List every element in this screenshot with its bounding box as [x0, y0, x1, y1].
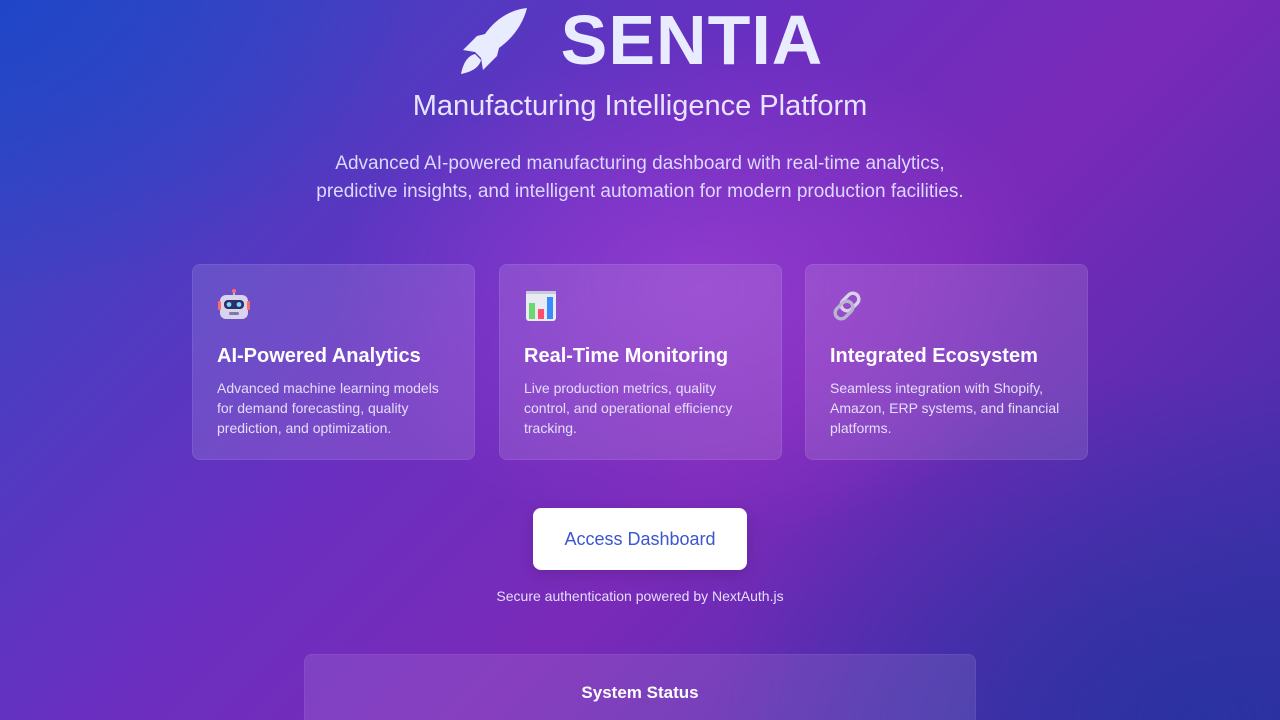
feature-card-ai-analytics: AI-Powered Analytics Advanced machine le…: [192, 264, 475, 460]
auth-note: Secure authentication powered by NextAut…: [496, 588, 784, 604]
page-subtitle: Manufacturing Intelligence Platform: [412, 90, 868, 122]
feature-text: Live production metrics, quality control…: [524, 380, 733, 436]
link-icon: [833, 291, 861, 321]
rocket-icon: [460, 8, 527, 74]
feature-card-monitoring: Real-Time Monitoring Live production met…: [499, 264, 782, 460]
brand-name: SENTIA: [560, 1, 824, 79]
page-description: Advanced AI-powered manufacturing dashbo…: [316, 153, 964, 202]
access-dashboard-button[interactable]: Access Dashboard: [533, 508, 747, 570]
feature-title: Real-Time Monitoring: [524, 345, 729, 367]
landing-page: SENTIA Manufacturing Intelligence Platfo…: [0, 0, 1280, 720]
robot-icon: [218, 289, 250, 319]
brand-header: SENTIA: [0, 0, 1280, 80]
feature-title: AI-Powered Analytics: [217, 345, 421, 367]
bar-chart-icon: [526, 291, 556, 321]
feature-text: Seamless integration with Shopify, Amazo…: [830, 380, 1060, 436]
feature-text: Advanced machine learning models for dem…: [217, 380, 439, 436]
system-status-title: System Status: [581, 683, 699, 702]
feature-title: Integrated Ecosystem: [830, 345, 1038, 367]
system-status-panel: System Status: [304, 654, 976, 720]
feature-card-ecosystem: Integrated Ecosystem Seamless integratio…: [805, 264, 1088, 460]
